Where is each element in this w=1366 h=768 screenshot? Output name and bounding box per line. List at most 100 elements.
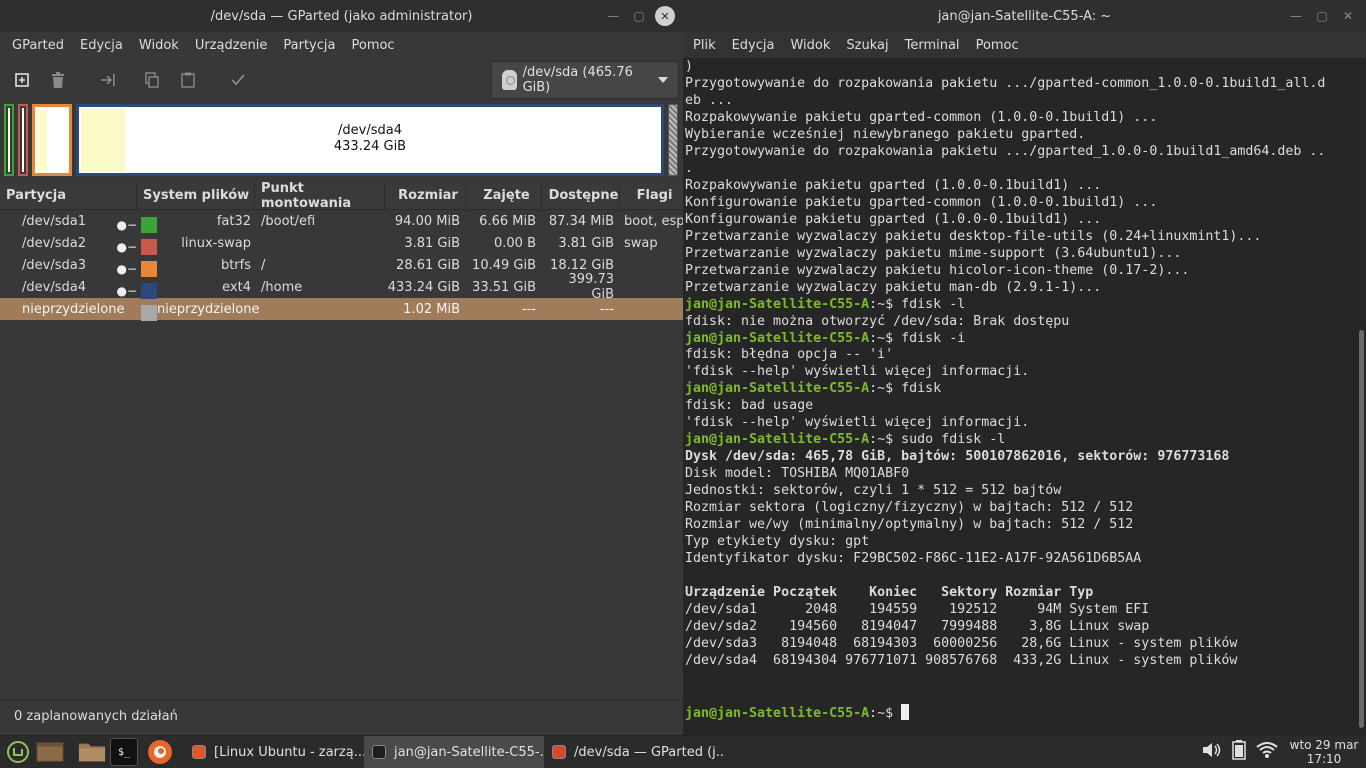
scrollbar[interactable] xyxy=(1359,330,1364,728)
files-icon[interactable] xyxy=(78,738,106,766)
table-row[interactable]: /dev/sda1 ●− fat32 /boot/efi 94.00 MiB 6… xyxy=(0,210,683,233)
col-partition[interactable]: Partycja xyxy=(0,182,137,209)
diskmap-sda3[interactable] xyxy=(32,104,72,176)
diskmap-sda4[interactable]: /dev/sda4 433.24 GiB xyxy=(76,104,664,176)
paste-icon[interactable] xyxy=(174,66,202,94)
output-text: Rozmiar we/wy (minimalny/optymalny) w ba… xyxy=(685,517,1134,533)
menu-terminal[interactable]: Terminal xyxy=(897,38,968,53)
device-selector[interactable]: /dev/sda (465.76 GiB) xyxy=(491,61,679,99)
menu-help[interactable]: Pomoc xyxy=(968,38,1027,53)
terminal-launcher-icon[interactable]: $_ xyxy=(110,738,138,766)
menu-device[interactable]: Urządzenie xyxy=(187,38,276,53)
table-row[interactable]: nieprzydzielone nieprzydzielone 1.02 MiB… xyxy=(0,298,683,321)
close-icon[interactable]: ✕ xyxy=(1338,6,1358,26)
mountpoint: /home xyxy=(261,279,303,295)
terminal-line: fdisk: bad usage xyxy=(685,398,1354,415)
gparted-titlebar[interactable]: /dev/sda — GParted (jako administrator) … xyxy=(0,0,683,32)
app-icon xyxy=(192,745,206,759)
partition-name: /dev/sda1 ●− xyxy=(22,213,137,232)
text-cursor xyxy=(901,703,910,720)
maximize-icon[interactable]: ▢ xyxy=(629,6,649,26)
terminal-line: Rozmiar sektora (logiczny/fizyczny) w ba… xyxy=(685,500,1354,517)
resize-move-icon[interactable] xyxy=(94,66,122,94)
maximize-icon[interactable]: ▢ xyxy=(1312,6,1332,26)
diskmap-unallocated[interactable] xyxy=(668,104,678,176)
close-icon[interactable]: ✕ xyxy=(655,6,675,26)
key-icon: ●− xyxy=(116,217,137,232)
taskbar-task[interactable]: [Linux Ubuntu - zarzą... xyxy=(184,736,364,768)
apply-icon[interactable] xyxy=(224,66,252,94)
filesystem-name: nieprzydzielone xyxy=(157,301,260,317)
output-text: /dev/sda2 194560 8194047 7999488 3,8G Li… xyxy=(685,618,1150,634)
terminal-line: jan@jan-Satellite-C55-A:~$ fdisk -i xyxy=(685,331,1354,348)
copy-icon[interactable] xyxy=(138,66,166,94)
output-text: Przygotowywanie do rozpakowania pakietu … xyxy=(685,143,1326,159)
minimize-icon[interactable]: — xyxy=(603,6,623,26)
taskbar-task[interactable]: /dev/sda — GParted (j... xyxy=(544,736,724,768)
command-text: sudo fdisk -l xyxy=(901,432,1006,448)
menu-view[interactable]: Widok xyxy=(782,38,838,53)
menu-gparted[interactable]: GParted xyxy=(4,38,72,53)
volume-icon[interactable] xyxy=(1202,741,1222,763)
table-body: /dev/sda1 ●− fat32 /boot/efi 94.00 MiB 6… xyxy=(0,210,683,321)
diskmap-sda2[interactable] xyxy=(18,104,28,176)
task-label: /dev/sda — GParted (j... xyxy=(574,744,724,760)
terminal-line: /dev/sda3 8194048 68194303 60000256 28,6… xyxy=(685,636,1354,653)
menu-view[interactable]: Widok xyxy=(131,38,187,53)
menu-file[interactable]: Plik xyxy=(685,38,724,53)
chevron-down-icon xyxy=(658,77,668,83)
col-free[interactable]: Dostępne xyxy=(542,182,620,209)
partition-name: /dev/sda3 ●− xyxy=(22,257,137,276)
partition-name: nieprzydzielone xyxy=(22,301,125,317)
terminal-line: Konfigurowanie pakietu gparted-common (1… xyxy=(685,195,1354,212)
col-size[interactable]: Rozmiar xyxy=(385,182,466,209)
menu-icon[interactable] xyxy=(4,738,32,766)
menu-help[interactable]: Pomoc xyxy=(343,38,402,53)
terminal-line: Typ etykiety dysku: gpt xyxy=(685,534,1354,551)
used: --- xyxy=(521,301,536,317)
clock[interactable]: wto 29 mar 17:10 xyxy=(1288,738,1360,766)
prompt-suffix: :~$ xyxy=(869,432,902,448)
terminal-line: /dev/sda2 194560 8194047 7999488 3,8G Li… xyxy=(685,619,1354,636)
output-text: 'fdisk --help' wyświetli więcej informac… xyxy=(685,364,1030,380)
terminal-line: 'fdisk --help' wyświetli więcej informac… xyxy=(685,415,1354,432)
diskmap-sda1[interactable] xyxy=(4,104,14,176)
table-row[interactable]: /dev/sda4 ●− ext4 /home 433.24 GiB 33.51… xyxy=(0,272,683,302)
terminal-output[interactable]: ) Przygotowywanie do rozpakowania pakietu… xyxy=(685,58,1354,735)
terminal-line: /dev/sda1 2048 194559 192512 94M System … xyxy=(685,602,1354,619)
task-label: [Linux Ubuntu - zarzą... xyxy=(214,744,364,760)
prompt-suffix: :~$ xyxy=(869,330,902,346)
delete-icon[interactable] xyxy=(44,66,72,94)
col-flags[interactable]: Flagi xyxy=(620,182,683,209)
menu-search[interactable]: Szukaj xyxy=(838,38,896,53)
table-row[interactable]: /dev/sda2 ●− linux-swap 3.81 GiB 0.00 B … xyxy=(0,232,683,255)
col-used[interactable]: Zajęte xyxy=(466,182,542,209)
terminal-line: fdisk: nie można otworzyć /dev/sda: Brak… xyxy=(685,314,1354,331)
new-partition-icon[interactable] xyxy=(8,66,36,94)
prompt-user: jan@jan-Satellite-C55-A xyxy=(685,330,870,346)
wifi-icon[interactable] xyxy=(1256,741,1278,763)
menu-edit[interactable]: Edycja xyxy=(724,38,783,53)
command-text: fdisk -i xyxy=(901,330,966,346)
terminal-line: Przygotowywanie do rozpakowania pakietu … xyxy=(685,144,1354,161)
mountpoint: /boot/efi xyxy=(261,213,316,229)
terminal-titlebar[interactable]: jan@jan-Satellite-C55-A: ~ — ▢ ✕ xyxy=(683,0,1366,32)
battery-icon[interactable] xyxy=(1232,740,1246,764)
terminal-title: jan@jan-Satellite-C55-A: ~ xyxy=(937,8,1112,24)
output-text: Konfigurowanie pakietu gparted (1.0.0-0.… xyxy=(685,211,1102,227)
output-text: fdisk: nie można otworzyć /dev/sda: Brak… xyxy=(685,313,1070,329)
show-desktop-icon[interactable] xyxy=(36,738,64,766)
output-text: Przetwarzanie wyzwalaczy pakietu man-db … xyxy=(685,279,1102,295)
menu-partition[interactable]: Partycja xyxy=(275,38,343,53)
col-mountpoint[interactable]: Punkt montowania xyxy=(255,181,385,211)
menu-edit[interactable]: Edycja xyxy=(72,38,131,53)
clock-date: wto 29 mar xyxy=(1289,738,1359,752)
terminal-line: Urządzenie Początek Koniec Sektory Rozmi… xyxy=(685,585,1354,602)
terminal-line: . xyxy=(685,161,1354,178)
minimize-icon[interactable]: — xyxy=(1286,6,1306,26)
col-filesystem[interactable]: System plików xyxy=(137,182,255,209)
firefox-icon[interactable] xyxy=(146,738,174,766)
taskbar-task[interactable]: jan@jan-Satellite-C55-... xyxy=(364,735,544,768)
size: 3.81 GiB xyxy=(404,235,460,251)
